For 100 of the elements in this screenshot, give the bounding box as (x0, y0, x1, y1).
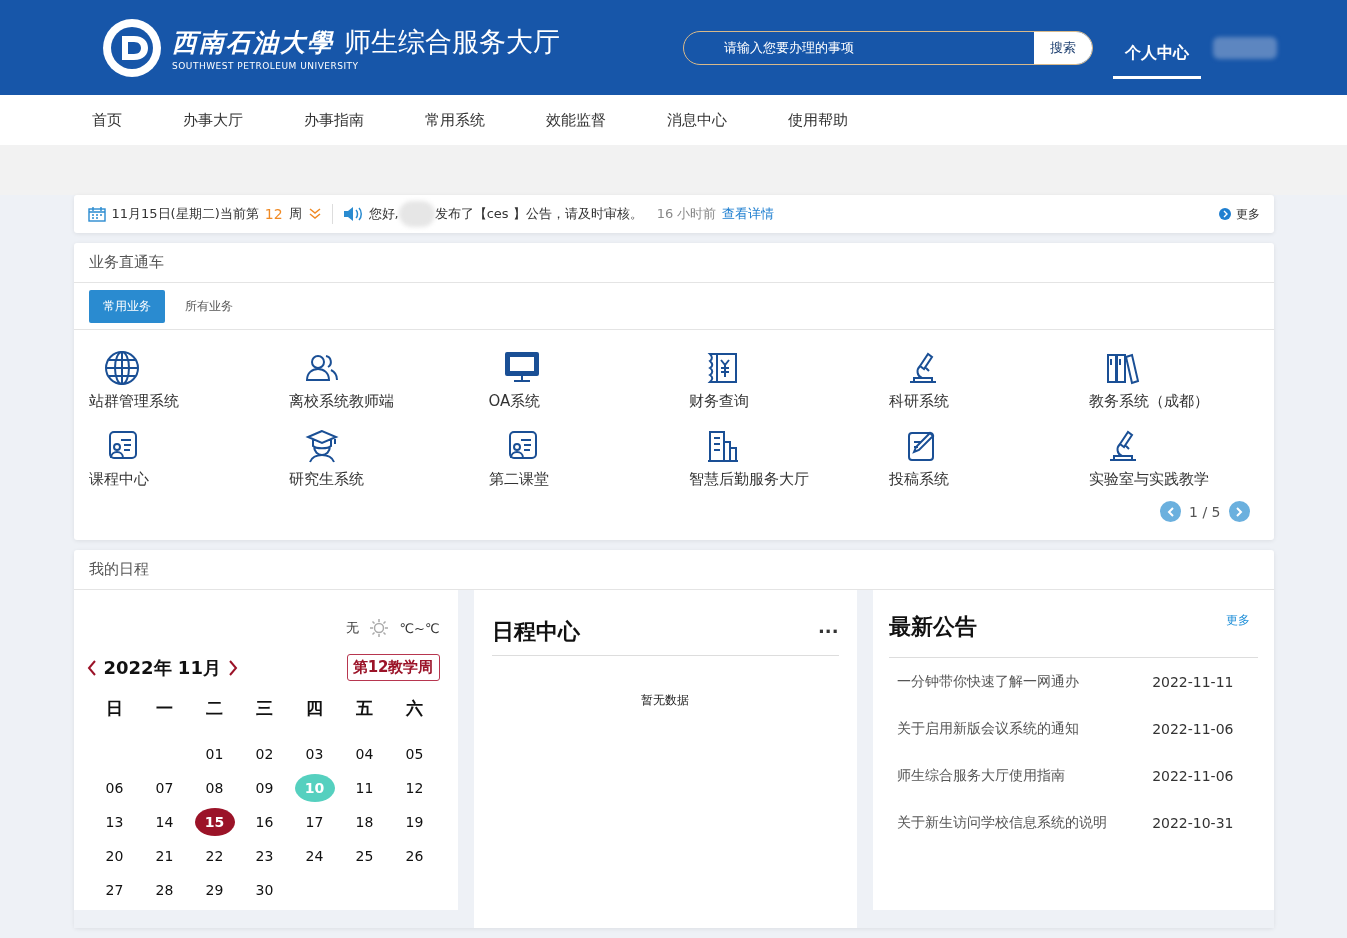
calendar-day[interactable]: 01 (194, 740, 235, 768)
university-logo (102, 17, 162, 78)
announcement-link[interactable]: 关于启用新版会议系统的通知 (896, 719, 1079, 738)
chevron-left-icon (1165, 506, 1176, 517)
service-link[interactable]: 财务查询 (688, 392, 749, 411)
week-unit: 周 (288, 205, 302, 223)
service-link[interactable]: 站群管理系统 (88, 392, 179, 411)
calendar-day[interactable]: 04 (344, 740, 385, 768)
page-indicator: 1 / 5 (1189, 503, 1221, 520)
service-link[interactable]: 投稿系统 (888, 470, 949, 489)
sun-icon (369, 618, 390, 638)
nav-link[interactable]: 首页 (92, 110, 122, 130)
speaker-icon (342, 206, 363, 222)
calendar-icon (87, 206, 106, 222)
calendar-day[interactable]: 09 (244, 774, 285, 802)
calendar-day[interactable]: 02 (244, 740, 285, 768)
service-link[interactable]: 教务系统（成都） (1088, 392, 1209, 411)
announcement-link[interactable]: 一分钟带你快速了解一网通办 (896, 672, 1079, 691)
calendar-day[interactable]: 07 (144, 774, 185, 802)
weekday-label: 日 (106, 698, 123, 718)
weekday-label: 五 (356, 698, 373, 718)
date-text: 11月15日(星期二)当前第 (111, 205, 259, 223)
calendar-day[interactable]: 26 (394, 842, 435, 870)
weekday-label: 六 (406, 698, 423, 718)
redaction-mark (1213, 36, 1277, 59)
calendar-day[interactable]: 03 (294, 740, 335, 768)
week-number: 12 (264, 206, 283, 222)
calendar-day[interactable]: 24 (294, 842, 335, 870)
calendar-day[interactable]: 27 (94, 876, 135, 904)
service-link[interactable]: 研究生系统 (288, 470, 364, 489)
calendar-day[interactable]: 13 (94, 808, 135, 836)
weekday-label: 四 (306, 698, 323, 718)
nav-link[interactable]: 常用系统 (425, 110, 485, 130)
university-name: 西南石油大學 (172, 27, 334, 59)
nav-link[interactable]: 消息中心 (667, 110, 727, 130)
university-english-name: SOUTHWEST PETROLEUM UNIVERSITY (172, 61, 360, 71)
calendar-day[interactable]: 23 (244, 842, 285, 870)
announcement-date: 2022-11-06 (1152, 720, 1234, 737)
notice-time: 16 小时前 (656, 205, 717, 223)
service-link[interactable]: OA系统 (488, 392, 541, 411)
calendar-day[interactable]: 16 (244, 808, 285, 836)
empty-message: 暂无数据 (640, 692, 690, 709)
weather-text: 无 (346, 619, 360, 637)
teaching-week-badge: 第12教学周 (346, 654, 440, 681)
calendar-day[interactable]: 15 (194, 808, 235, 836)
calendar-day[interactable]: 12 (394, 774, 435, 802)
panel-title: 最新公告 (888, 613, 977, 641)
service-link[interactable]: 第二课堂 (488, 470, 549, 489)
search-field[interactable]: 请输入您要办理的事项 搜索 (683, 30, 1093, 65)
announcement-link[interactable]: 师生综合服务大厅使用指南 (896, 766, 1065, 785)
search-button[interactable]: 搜索 (1034, 31, 1092, 64)
calendar-day[interactable]: 29 (194, 876, 235, 904)
calendar-day[interactable]: 06 (94, 774, 135, 802)
panel-title: 日程中心 (491, 617, 580, 646)
service-link[interactable]: 实验室与实践教学 (1088, 470, 1209, 489)
calendar-day[interactable]: 17 (294, 808, 335, 836)
view-details-link[interactable]: 查看详情 (722, 205, 775, 223)
next-month-icon[interactable] (226, 658, 239, 677)
calendar-day[interactable]: 28 (144, 876, 185, 904)
notice-greeting: 您好, (368, 205, 399, 223)
notice-message: 发布了【ces 】公告，请及时审核。 (434, 205, 643, 223)
month-title: 2022年 11月 (103, 655, 221, 680)
more-menu-button[interactable]: ··· (818, 621, 839, 642)
weekday-label: 二 (206, 698, 223, 718)
more-link[interactable]: 更多 (1218, 205, 1260, 223)
announcement-link[interactable]: 关于新生访问学校信息系统的说明 (896, 813, 1107, 832)
nav-link[interactable]: 办事指南 (304, 110, 364, 130)
announcement-date: 2022-11-06 (1152, 767, 1234, 784)
announcement-date: 2022-11-11 (1152, 673, 1234, 690)
calendar-day[interactable]: 08 (194, 774, 235, 802)
service-icon[interactable] (103, 350, 140, 386)
calendar-day[interactable]: 30 (244, 876, 285, 904)
previous-month-icon[interactable] (85, 658, 98, 677)
user-center-tab[interactable]: 个人中心 (1113, 30, 1201, 79)
redaction-mark (398, 201, 435, 227)
chevron-circle-icon (1218, 208, 1231, 220)
calendar-day[interactable]: 21 (144, 842, 185, 870)
calendar-day[interactable]: 11 (344, 774, 385, 802)
chevron-right-icon (1234, 506, 1244, 517)
calendar-day[interactable]: 25 (344, 842, 385, 870)
calendar-day[interactable]: 20 (94, 842, 135, 870)
calendar-day[interactable]: 05 (394, 740, 435, 768)
service-link[interactable]: 智慧后勤服务大厅 (688, 470, 809, 489)
more-link[interactable]: 更多 (1225, 612, 1250, 629)
calendar-day[interactable]: 18 (344, 808, 385, 836)
service-link[interactable]: 科研系统 (888, 392, 949, 411)
calendar-day[interactable]: 14 (144, 808, 185, 836)
nav-link[interactable]: 效能监督 (546, 110, 606, 130)
service-link[interactable]: 课程中心 (88, 470, 149, 489)
portal-title: 师生综合服务大厅 (344, 25, 560, 59)
service-tab[interactable]: 常用业务 (88, 289, 165, 323)
weekday-label: 三 (256, 698, 273, 718)
nav-link[interactable]: 办事大厅 (183, 110, 243, 130)
calendar-day[interactable]: 19 (394, 808, 435, 836)
service-link[interactable]: 离校系统教师端 (288, 392, 394, 411)
calendar-day[interactable]: 22 (194, 842, 235, 870)
announcement-date: 2022-10-31 (1152, 814, 1234, 831)
service-tab[interactable]: 所有业务 (184, 289, 233, 323)
temperature-text: ℃~℃ (399, 620, 440, 636)
nav-link[interactable]: 使用帮助 (788, 110, 848, 130)
